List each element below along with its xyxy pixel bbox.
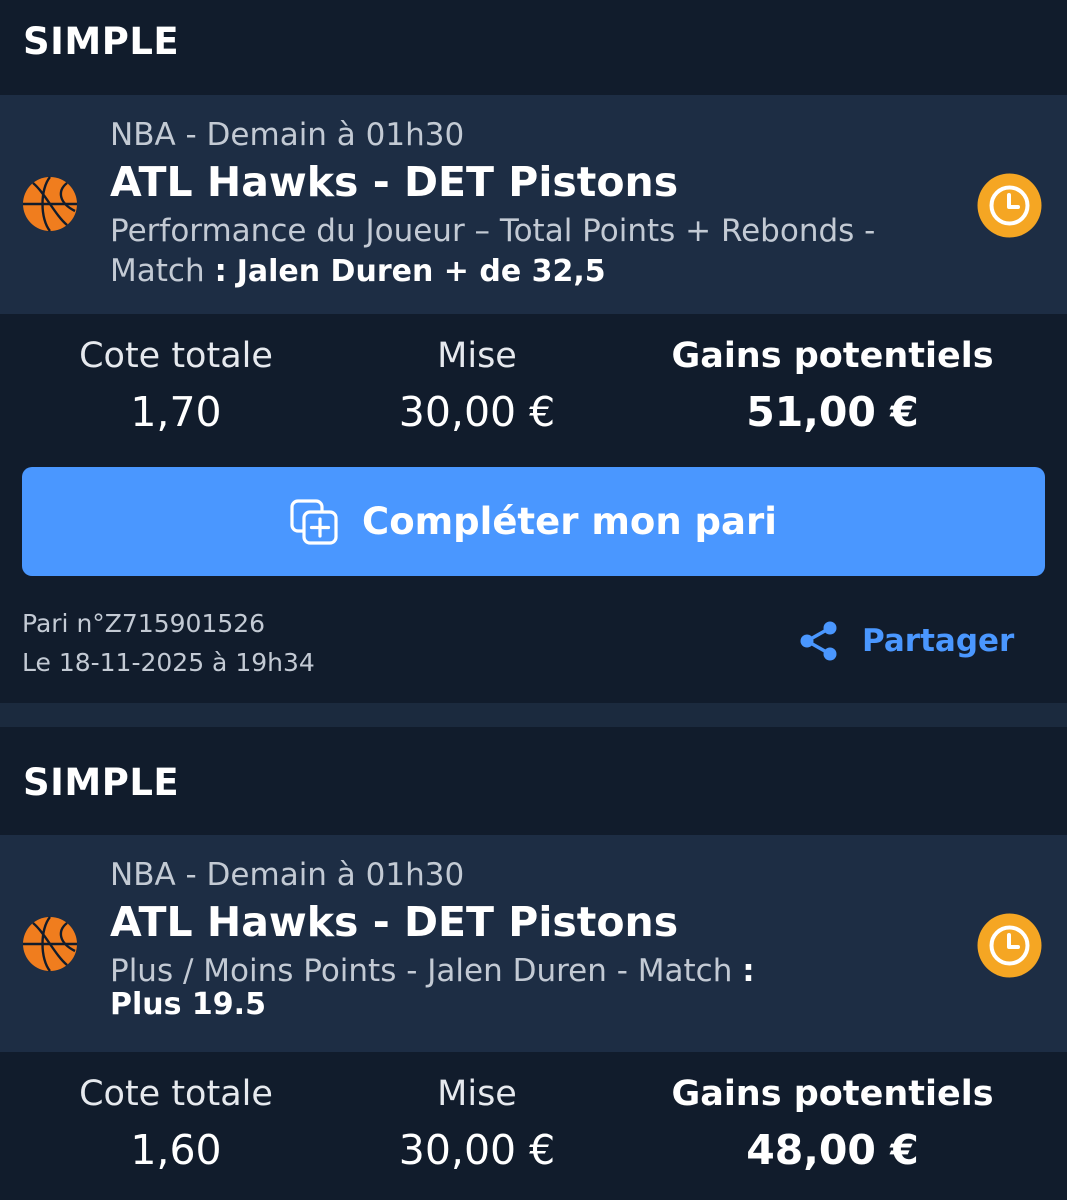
stake-value: 30,00 € [398, 388, 556, 436]
pick-value: Plus 19.5 [110, 987, 266, 1022]
share-button[interactable]: Partager [798, 620, 1014, 662]
bet-header: SIMPLE [0, 0, 1067, 95]
gains-label: Gains potentiels [671, 336, 994, 376]
basketball-icon [23, 916, 77, 972]
complete-bet-button[interactable]: Compléter mon pari [22, 467, 1045, 576]
stake-stat: Mise 30,00 € [357, 336, 597, 436]
bet-stats: Cote totale 1,60 Mise 30,00 € Gains pote… [0, 1052, 1067, 1192]
odds-value: 1,60 [130, 1126, 222, 1174]
match-title: ATL Hawks - DET Pistons [110, 898, 679, 946]
odds-stat: Cote totale 1,60 [56, 1074, 296, 1174]
gains-stat: Gains potentiels 51,00 € [650, 336, 1015, 436]
event-row[interactable]: NBA - Demain à 01h30 ATL Hawks - DET Pis… [0, 95, 1067, 314]
stake-value: 30,00 € [398, 1126, 556, 1174]
bet-stats: Cote totale 1,70 Mise 30,00 € Gains pote… [0, 314, 1067, 454]
gains-value: 51,00 € [746, 388, 919, 436]
clock-icon [977, 173, 1042, 238]
league-time: NBA - Demain à 01h30 [110, 857, 465, 893]
share-label: Partager [862, 623, 1015, 659]
stake-stat: Mise 30,00 € [357, 1074, 597, 1174]
bet-selection: Performance du Joueur – Total Points + R… [110, 213, 876, 289]
bet-meta: Pari n°Z715901526 Le 18-11-2025 à 19h34 [22, 604, 315, 682]
odds-label: Cote totale [79, 336, 273, 376]
bet-type-label: SIMPLE [23, 761, 180, 804]
league-time: NBA - Demain à 01h30 [110, 117, 465, 153]
share-icon [800, 621, 837, 661]
add-selection-icon [290, 498, 338, 545]
card-separator [0, 703, 1067, 727]
bet-type-label: SIMPLE [23, 20, 180, 63]
bet-card: SIMPLE NBA - Demain à 01h30 ATL Hawks - … [0, 0, 1067, 703]
match-title: ATL Hawks - DET Pistons [110, 158, 679, 206]
bet-date: Le 18-11-2025 à 19h34 [22, 648, 315, 677]
odds-label: Cote totale [79, 1074, 273, 1114]
bet-selection: Plus / Moins Points - Jalen Duren - Matc… [110, 951, 950, 1022]
bet-card: SIMPLE NBA - Demain à 01h30 ATL Hawks - … [0, 727, 1067, 1200]
event-row[interactable]: NBA - Demain à 01h30 ATL Hawks - DET Pis… [0, 835, 1067, 1052]
clock-icon [977, 913, 1042, 978]
market-name: Plus / Moins Points - Jalen Duren - Matc… [110, 953, 733, 989]
bet-header: SIMPLE [0, 727, 1067, 835]
bet-history-page: SIMPLE NBA - Demain à 01h30 ATL Hawks - … [0, 0, 1067, 1200]
complete-bet-label: Compléter mon pari [362, 500, 777, 543]
basketball-icon [23, 176, 77, 232]
pick-value: Jalen Duren + de 32,5 [236, 254, 606, 289]
bet-number: Pari n°Z715901526 [22, 609, 266, 638]
odds-value: 1,70 [130, 388, 222, 436]
gains-label: Gains potentiels [671, 1074, 994, 1114]
stake-label: Mise [437, 336, 517, 376]
gains-stat: Gains potentiels 48,00 € [650, 1074, 1015, 1174]
gains-value: 48,00 € [746, 1126, 919, 1174]
odds-stat: Cote totale 1,70 [56, 336, 296, 436]
stake-label: Mise [437, 1074, 517, 1114]
